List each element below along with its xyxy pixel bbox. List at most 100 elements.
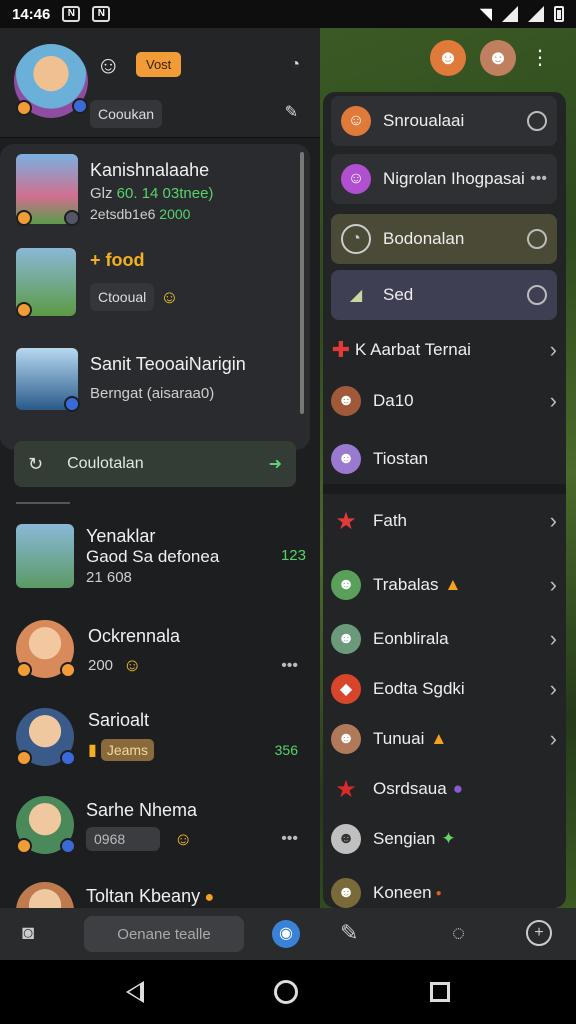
camera-icon[interactable]: ◔ bbox=[290, 56, 300, 74]
menu-item-label: Koneen bbox=[373, 883, 432, 902]
list-item[interactable]: Sarhe Nhema 0968 ☺ ••• bbox=[0, 796, 320, 860]
list-item[interactable]: Sarioalt ▮ Jeams 356 bbox=[0, 708, 320, 772]
menu-item[interactable]: ★ Osrdsaua ● bbox=[331, 772, 557, 806]
menu-item-label: Sed bbox=[383, 285, 414, 304]
recents-icon[interactable] bbox=[430, 982, 450, 1002]
menu-item[interactable]: ☻ Trabalas ▲ › bbox=[331, 568, 557, 602]
home-icon[interactable] bbox=[274, 980, 298, 1004]
avatar-icon: ☺ bbox=[341, 106, 371, 136]
avatar-icon: ☻ bbox=[331, 444, 361, 474]
radio-icon bbox=[527, 229, 547, 249]
user-avatar-icon[interactable]: ☻ bbox=[480, 40, 516, 76]
star-icon: ★ bbox=[335, 507, 357, 535]
menu-item[interactable]: ◆ Eodta Sgdki › bbox=[331, 672, 557, 706]
menu-item-label: Trabalas bbox=[373, 575, 439, 594]
chat-list-panel: ☺ Vost Cooukan ◔ ✎ Kanishnalaahe Glz 60.… bbox=[0, 28, 320, 908]
conversation-avatar bbox=[16, 796, 76, 854]
diamond-icon: ◆ bbox=[331, 674, 361, 704]
back-icon[interactable] bbox=[126, 981, 144, 1003]
list-item[interactable]: Ockrennala 200 ☺ ••• bbox=[0, 620, 320, 684]
more-icon[interactable]: ••• bbox=[281, 657, 298, 675]
list-item[interactable]: Toltan Kbeany ● bbox=[0, 882, 320, 908]
conversation-chip: 0968 bbox=[86, 827, 160, 851]
status-time: 14:46 bbox=[12, 5, 51, 23]
conversation-thumbnail bbox=[16, 248, 76, 318]
camera-icon[interactable]: ◙ bbox=[22, 922, 34, 945]
conversation-title: Sanit TeooaiNarigin bbox=[90, 354, 246, 374]
more-vert-icon[interactable]: ⋮ bbox=[530, 48, 550, 68]
menu-item-label: Tunuai bbox=[373, 729, 425, 748]
list-item[interactable]: Sanit TeooaiNarigin Berngat (aisaraa0) bbox=[0, 348, 310, 412]
emoji-icon: ☺ bbox=[174, 828, 193, 849]
conversation-meta: 200 bbox=[88, 657, 114, 674]
compass-icon[interactable]: ◉ bbox=[272, 920, 300, 948]
battery-icon bbox=[554, 6, 564, 22]
conversation-card: Kanishnalaahe Glz 60. 14 03tnee) 2etsdb1… bbox=[0, 144, 310, 450]
edit-icon[interactable]: ✎ bbox=[285, 102, 298, 122]
gem-icon: ● bbox=[452, 779, 463, 798]
recent-button[interactable]: ↻ Coulotalan ➜ bbox=[14, 441, 296, 487]
conversation-meta-2: 21 608 bbox=[86, 569, 132, 586]
menu-item-label: Snroualaai bbox=[383, 111, 465, 130]
emoji-icon: ● bbox=[204, 889, 215, 906]
list-item[interactable]: + food Ctooual ☺ bbox=[0, 248, 310, 318]
divider bbox=[16, 502, 70, 504]
chevron-right-icon: › bbox=[549, 572, 557, 597]
menu-item[interactable]: ★ Fath › bbox=[331, 504, 557, 538]
emoji-icon: ☺ bbox=[96, 52, 121, 79]
star-icon: ★ bbox=[335, 775, 357, 803]
avatar-icon: ☻ bbox=[331, 570, 361, 600]
conversation-title: Sarioalt bbox=[88, 710, 150, 730]
conversation-avatar bbox=[16, 882, 74, 908]
sticker-icon: ✦ bbox=[441, 829, 456, 848]
menu-item[interactable]: ✚ K Aarbat Ternai › bbox=[331, 334, 557, 366]
menu-item[interactable]: ☻ Koneen ● bbox=[331, 876, 557, 908]
top-right-icons: ☻ ☻ ⋮ bbox=[430, 40, 550, 76]
menu-item-nigrolan[interactable]: ☺ Nigrolan Ihogpasai ••• bbox=[331, 154, 557, 204]
add-icon[interactable]: + bbox=[526, 920, 552, 946]
menu-item-snroualaai[interactable]: ☺ Snroualaai bbox=[331, 96, 557, 146]
menu-item-label: Eonblirala bbox=[373, 629, 449, 648]
profile-avatar[interactable] bbox=[14, 44, 88, 118]
menu-item[interactable]: ☻ Sengian ✦ bbox=[331, 822, 557, 856]
dropdown-menu: ☺ Snroualaai ☺ Nigrolan Ihogpasai ••• ◔ … bbox=[323, 92, 566, 908]
list-item[interactable]: Kanishnalaahe Glz 60. 14 03tnee) 2etsdb1… bbox=[0, 154, 310, 226]
menu-item-label: Osrdsaua bbox=[373, 779, 447, 798]
menu-item[interactable]: ☻ Eonblirala › bbox=[331, 622, 557, 656]
menu-item[interactable]: ☻ Da10 › bbox=[331, 384, 557, 418]
menu-item[interactable]: ☻ Tiostan bbox=[331, 442, 557, 476]
menu-item-bodonalan[interactable]: ◔ Bodonalan bbox=[331, 214, 557, 264]
scrollbar[interactable] bbox=[300, 152, 304, 414]
conversation-thumbnail bbox=[16, 524, 74, 588]
more-icon[interactable]: ••• bbox=[281, 830, 298, 848]
dog-avatar-icon[interactable]: ☻ bbox=[430, 40, 466, 76]
chevron-right-icon: › bbox=[549, 337, 557, 362]
chevron-right-icon: › bbox=[549, 676, 557, 701]
avatar-icon: ☻ bbox=[331, 386, 361, 416]
menu-item-label: Nigrolan Ihogpasai bbox=[383, 169, 525, 188]
dot-icon: ● bbox=[435, 887, 442, 899]
chevron-right-icon: › bbox=[549, 508, 557, 533]
feather-icon[interactable]: ✎ bbox=[340, 920, 358, 946]
radio-icon bbox=[527, 111, 547, 131]
status-tag[interactable]: Vost bbox=[136, 52, 182, 77]
list-item[interactable]: Yenaklar Gaod Sa defonea 123 21 608 bbox=[0, 524, 320, 594]
conversation-meta-value: 60. 14 03tnee) bbox=[116, 185, 214, 202]
conversation-meta: Berngat (aisaraa0) bbox=[90, 385, 215, 402]
leaf-icon: ◢ bbox=[349, 287, 363, 304]
conversation-meta-2: 2etsdb1e6 bbox=[90, 206, 156, 222]
profile-chip[interactable]: Cooukan bbox=[90, 100, 163, 128]
conversation-chip: Jeams bbox=[100, 739, 155, 761]
menu-item-sed[interactable]: ◢ Sed bbox=[331, 270, 557, 320]
forward-icon: ➜ bbox=[268, 456, 282, 473]
recent-label: Coulotalan bbox=[67, 455, 144, 472]
wifi-icon: ◥ bbox=[479, 6, 492, 23]
bottom-search-field[interactable]: Oenane tealle bbox=[84, 916, 244, 952]
conversation-thumbnail bbox=[16, 154, 80, 226]
menu-item[interactable]: ☻ Tunuai ▲ › bbox=[331, 722, 557, 756]
avatar-icon: ☻ bbox=[331, 724, 361, 754]
chat-bubble-icon[interactable]: ◌ bbox=[452, 920, 465, 946]
conversation-chip: Ctooual bbox=[90, 283, 155, 311]
menu-item-label: Tiostan bbox=[373, 449, 429, 468]
profile-header: ☺ Vost Cooukan ◔ ✎ bbox=[0, 28, 320, 138]
